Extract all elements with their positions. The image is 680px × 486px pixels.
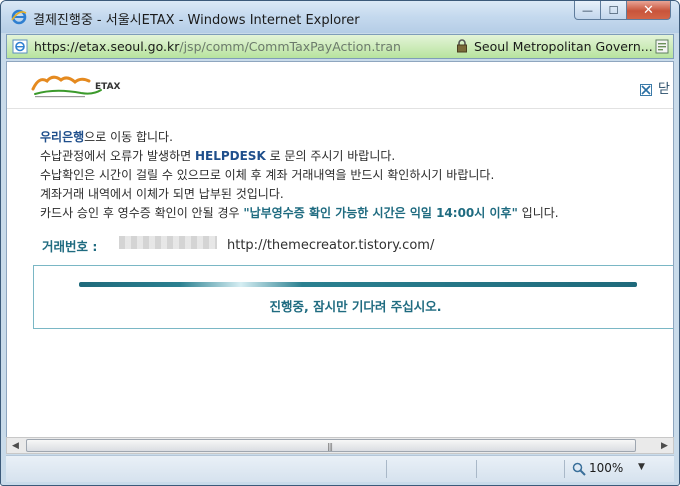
message-line-1: 우리은행으로 이동 합니다. <box>40 128 173 145</box>
transaction-number-label: 거래번호 : <box>42 239 98 254</box>
security-site-name[interactable]: Seoul Metropolitan Govern... <box>474 39 653 54</box>
progress-panel: 진행중, 잠시만 기다려 주십시오. <box>33 265 673 329</box>
window-controls: — ☐ ✕ <box>574 1 671 21</box>
receipt-time-notice: "납부영수증 확인 가능한 시간은 익일 14:00시 이후" <box>243 206 518 220</box>
url-prefix: https://etax. <box>34 39 111 54</box>
message-line-2: 수납관정에서 오류가 발생하면 HELPDESK 로 문의 주시기 바랍니다. <box>40 147 395 164</box>
status-separator <box>476 460 477 478</box>
url-host: seoul.go.kr <box>110 39 180 54</box>
message-text: 수납관정에서 오류가 발생하면 <box>40 149 195 163</box>
minimize-button[interactable]: — <box>574 1 601 20</box>
internet-explorer-icon <box>11 9 27 25</box>
zoom-icon[interactable] <box>572 462 586 476</box>
url-path: /jsp/comm/CommTaxPayAction.tran <box>179 39 401 54</box>
scrollbar-thumb[interactable]: ||| <box>26 439 636 452</box>
message-text: 카드사 승인 후 영수증 확인이 안될 경우 <box>40 206 244 220</box>
etax-logo-text: ETAX <box>95 82 121 92</box>
close-window-button[interactable]: ✕ <box>627 1 671 20</box>
popup-header: ETAX 닫 <box>7 62 673 109</box>
message-text: 입니다. <box>517 206 559 220</box>
title-bar[interactable]: 결제진행중 - 서울시ETAX - Windows Internet Explo… <box>1 1 679 33</box>
message-line-3: 수납확인은 시간이 걸릴 수 있으므로 이체 후 계좌 거래내역을 반드시 확인… <box>40 168 495 182</box>
status-bar: 100% ▼ <box>6 455 674 482</box>
status-separator <box>564 460 565 478</box>
scroll-right-icon[interactable]: ▶ <box>656 438 673 453</box>
browser-window: 결제진행중 - 서울시ETAX - Windows Internet Explo… <box>0 0 680 486</box>
lock-icon[interactable] <box>456 39 468 53</box>
popup-close-label[interactable]: 닫 <box>658 78 670 97</box>
address-bar[interactable]: https://etax.seoul.go.kr/jsp/comm/CommTa… <box>6 34 674 59</box>
popup-close-icon[interactable] <box>640 84 652 96</box>
certificate-icon[interactable] <box>655 39 669 54</box>
window-title: 결제진행중 - 서울시ETAX - Windows Internet Explo… <box>33 13 360 28</box>
close-icon: ✕ <box>643 2 654 18</box>
maximize-button[interactable]: ☐ <box>601 1 627 20</box>
progress-message: 진행중, 잠시만 기다려 주십시오. <box>269 299 442 314</box>
page-icon <box>12 39 28 54</box>
message-text: 로 문의 주시기 바랍니다. <box>265 149 396 163</box>
status-separator <box>386 460 387 478</box>
page-content: ETAX 닫 우리은행으로 이동 합니다. 수납관정에서 오류가 발생하면 HE… <box>6 61 674 438</box>
message-text: 으로 이동 합니다. <box>84 130 173 144</box>
zoom-dropdown-icon[interactable]: ▼ <box>638 462 645 472</box>
transaction-number-blurred <box>119 236 217 249</box>
maximize-icon: ☐ <box>608 3 619 17</box>
watermark-text: http://themecreator.tistory.com/ <box>227 238 435 253</box>
message-line-4: 계좌거래 내역에서 이체가 되면 납부된 것입니다. <box>40 187 284 201</box>
bank-name: 우리은행 <box>40 130 85 144</box>
scroll-left-icon[interactable]: ◀ <box>7 438 24 453</box>
horizontal-scrollbar[interactable]: ◀ ||| ▶ <box>6 437 674 454</box>
scrollbar-grip-icon: ||| <box>327 442 333 451</box>
minimize-icon: — <box>582 3 593 17</box>
progress-bar <box>79 282 637 287</box>
x-mark-icon <box>641 85 651 95</box>
helpdesk-text: HELPDESK <box>194 149 266 163</box>
zoom-level[interactable]: 100% <box>589 461 623 475</box>
url-text[interactable]: https://etax.seoul.go.kr/jsp/comm/CommTa… <box>34 39 401 54</box>
message-line-5: 카드사 승인 후 영수증 확인이 안될 경우 "납부영수증 확인 가능한 시간은… <box>40 204 559 221</box>
